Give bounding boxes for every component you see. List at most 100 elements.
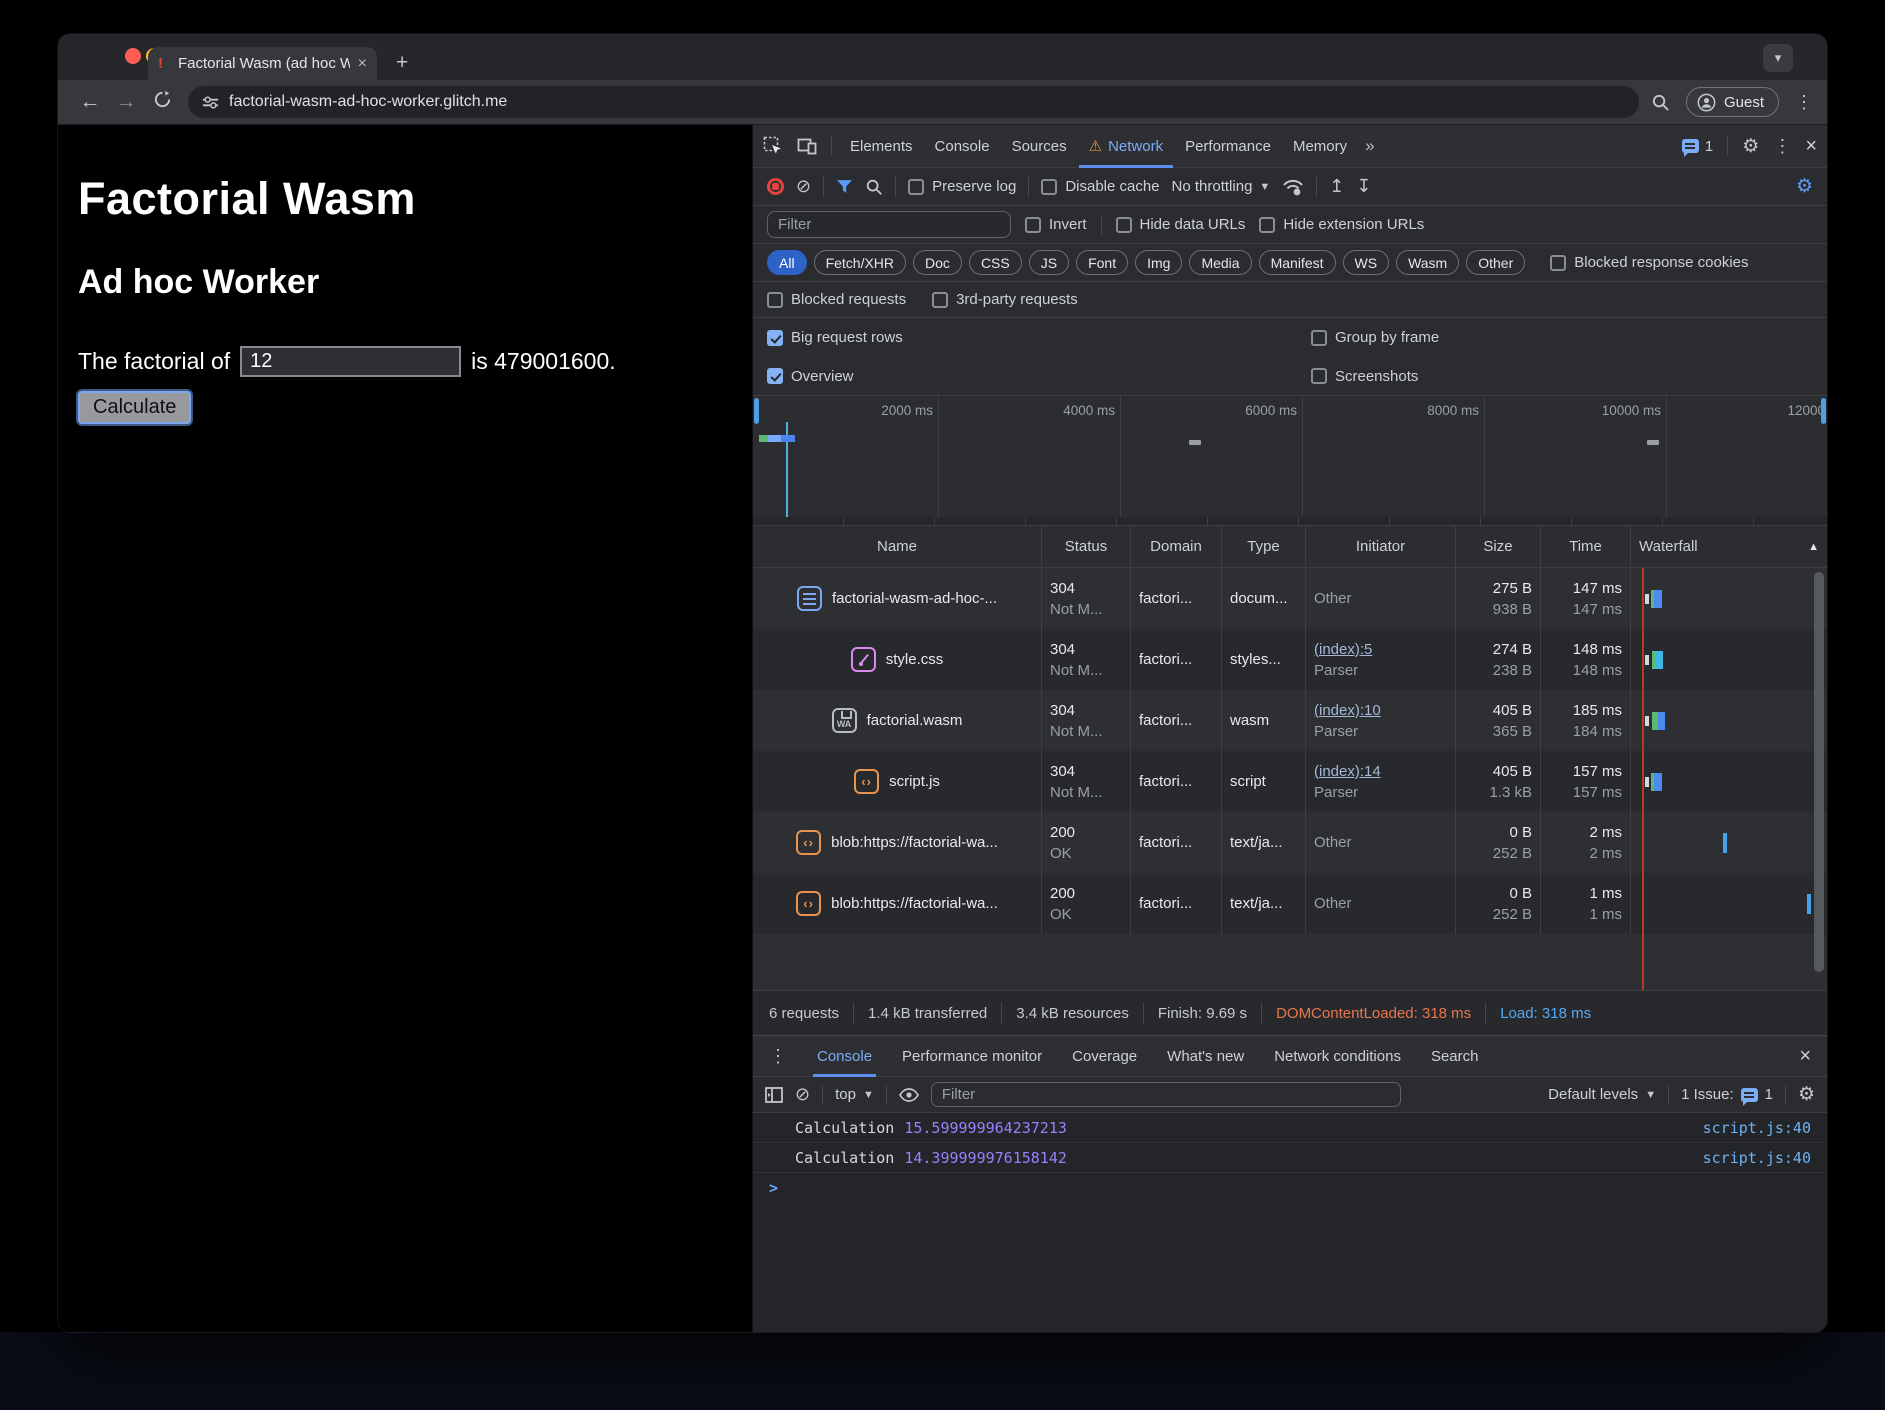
drawer-menu-icon[interactable]: ⋮ — [769, 1046, 787, 1067]
drawer-close-icon[interactable]: × — [1799, 1045, 1811, 1068]
filter-chip-doc[interactable]: Doc — [913, 250, 962, 275]
filter-chip-other[interactable]: Other — [1466, 250, 1525, 275]
column-header-time[interactable]: Time — [1541, 526, 1631, 567]
drawer-tab-coverage[interactable]: Coverage — [1072, 1035, 1137, 1077]
inspect-element-icon[interactable] — [763, 136, 783, 156]
request-row[interactable]: style.css 304Not M... factori... styles.… — [753, 629, 1827, 690]
column-header-type[interactable]: Type — [1222, 526, 1306, 567]
filter-funnel-icon[interactable] — [836, 179, 853, 195]
request-row[interactable]: factorial-wasm-ad-hoc-... 304Not M... fa… — [753, 568, 1827, 629]
network-search-icon[interactable] — [865, 178, 883, 196]
third-party-requests-checkbox[interactable]: 3rd-party requests — [932, 291, 1078, 308]
request-row[interactable]: ‹›blob:https://factorial-wa... 200OK fac… — [753, 812, 1827, 873]
network-conditions-icon[interactable] — [1282, 178, 1304, 196]
invert-checkbox[interactable]: Invert — [1025, 216, 1087, 233]
tab-close-icon[interactable]: × — [358, 55, 367, 73]
tab-performance[interactable]: Performance — [1181, 125, 1275, 168]
live-expression-eye-icon[interactable] — [899, 1088, 919, 1102]
drawer-tab-console[interactable]: Console — [817, 1035, 872, 1077]
preserve-log-checkbox[interactable]: Preserve log — [908, 178, 1016, 195]
filter-chip-media[interactable]: Media — [1189, 250, 1251, 275]
filter-chip-ws[interactable]: WS — [1343, 250, 1390, 275]
column-header-waterfall[interactable]: Waterfall ▲ — [1631, 526, 1827, 567]
import-har-icon[interactable]: ↥ — [1329, 176, 1344, 197]
device-toolbar-icon[interactable] — [797, 136, 817, 156]
issues-counter[interactable]: 1 — [1682, 138, 1713, 155]
tab-sources[interactable]: Sources — [1008, 125, 1071, 168]
console-prompt[interactable]: > — [753, 1173, 1827, 1203]
blocked-response-cookies-checkbox[interactable]: Blocked response cookies — [1550, 254, 1748, 271]
filter-chip-wasm[interactable]: Wasm — [1396, 250, 1459, 275]
tab-memory[interactable]: Memory — [1289, 125, 1351, 168]
log-levels-dropdown[interactable]: Default levels ▼ — [1548, 1086, 1656, 1103]
source-link[interactable]: script.js:40 — [1703, 1119, 1811, 1137]
forward-button[interactable]: → — [108, 90, 144, 114]
filter-chip-css[interactable]: CSS — [969, 250, 1022, 275]
drawer-tab-network-conditions[interactable]: Network conditions — [1274, 1035, 1401, 1077]
network-filter-input[interactable] — [767, 211, 1011, 238]
clear-network-log-icon[interactable]: ⊘ — [796, 176, 811, 197]
devtools-menu-icon[interactable]: ⋮ — [1773, 136, 1791, 157]
console-filter-input[interactable] — [931, 1082, 1401, 1107]
network-settings-icon[interactable]: ⚙ — [1796, 175, 1813, 198]
browser-menu-icon[interactable]: ⋮ — [1795, 92, 1813, 113]
export-har-icon[interactable]: ↧ — [1356, 176, 1371, 197]
calculate-button[interactable]: Calculate — [78, 391, 191, 424]
close-window-button[interactable] — [125, 48, 141, 64]
profile-button[interactable]: Guest — [1686, 87, 1779, 117]
blocked-requests-checkbox[interactable]: Blocked requests — [767, 291, 906, 308]
devtools-close-icon[interactable]: × — [1805, 135, 1817, 158]
tab-elements[interactable]: Elements — [846, 125, 917, 168]
screenshots-checkbox[interactable]: Screenshots — [1311, 368, 1418, 385]
context-selector[interactable]: top ▼ — [835, 1086, 874, 1103]
filter-chip-js[interactable]: JS — [1029, 250, 1069, 275]
filter-chip-manifest[interactable]: Manifest — [1259, 250, 1336, 275]
address-bar[interactable]: factorial-wasm-ad-hoc-worker.glitch.me — [188, 86, 1639, 118]
more-tabs-icon[interactable]: » — [1365, 136, 1374, 156]
filter-chip-img[interactable]: Img — [1135, 250, 1182, 275]
column-header-size[interactable]: Size — [1456, 526, 1541, 567]
request-row[interactable]: ‹›script.js 304Not M... factori... scrip… — [753, 751, 1827, 812]
console-issues-counter[interactable]: 1 Issue: 1 — [1681, 1086, 1773, 1103]
devtools-settings-icon[interactable]: ⚙ — [1742, 135, 1759, 158]
site-settings-icon[interactable] — [202, 94, 219, 111]
initiator-link[interactable]: (index):14 — [1314, 761, 1447, 782]
browser-tab[interactable]: ! Factorial Wasm (ad hoc Work × — [148, 47, 377, 80]
back-button[interactable]: ← — [72, 90, 108, 114]
hide-data-urls-checkbox[interactable]: Hide data URLs — [1116, 216, 1246, 233]
drawer-tab-performance-monitor[interactable]: Performance monitor — [902, 1035, 1042, 1077]
initiator-link[interactable]: (index):5 — [1314, 639, 1447, 660]
column-header-status[interactable]: Status — [1042, 526, 1131, 567]
request-row[interactable]: WAfactorial.wasm 304Not M... factori... … — [753, 690, 1827, 751]
record-network-log-button[interactable] — [767, 178, 784, 195]
network-overview-timeline[interactable]: 2000 ms 4000 ms 6000 ms 8000 ms 10000 ms… — [753, 396, 1827, 526]
reload-button[interactable] — [144, 90, 180, 115]
timeline-left-handle[interactable] — [754, 398, 759, 424]
drawer-tab-whats-new[interactable]: What's new — [1167, 1035, 1244, 1077]
column-header-initiator[interactable]: Initiator — [1306, 526, 1456, 567]
big-request-rows-checkbox[interactable]: Big request rows — [767, 329, 1311, 346]
factorial-input[interactable] — [240, 346, 461, 377]
source-link[interactable]: script.js:40 — [1703, 1149, 1811, 1167]
drawer-tab-search[interactable]: Search — [1431, 1035, 1479, 1077]
tab-network[interactable]: ⚠ Network — [1085, 125, 1167, 168]
hide-extension-urls-checkbox[interactable]: Hide extension URLs — [1259, 216, 1424, 233]
group-by-frame-checkbox[interactable]: Group by frame — [1311, 329, 1439, 346]
console-settings-icon[interactable]: ⚙ — [1798, 1083, 1815, 1106]
throttling-dropdown[interactable]: No throttling ▼ — [1172, 178, 1271, 195]
timeline-right-handle[interactable] — [1821, 398, 1826, 424]
column-header-domain[interactable]: Domain — [1131, 526, 1222, 567]
tab-console[interactable]: Console — [931, 125, 994, 168]
clear-console-icon[interactable]: ⊘ — [795, 1084, 810, 1105]
column-header-name[interactable]: Name — [753, 526, 1042, 567]
request-row[interactable]: ‹›blob:https://factorial-wa... 200OK fac… — [753, 873, 1827, 934]
new-tab-button[interactable]: + — [396, 54, 408, 72]
console-sidebar-icon[interactable] — [765, 1087, 783, 1103]
zoom-search-icon[interactable] — [1651, 93, 1670, 112]
tab-search-chevron-button[interactable]: ▾ — [1763, 44, 1793, 72]
filter-chip-fetch-xhr[interactable]: Fetch/XHR — [814, 250, 906, 275]
initiator-link[interactable]: (index):10 — [1314, 700, 1447, 721]
table-scrollbar[interactable] — [1814, 572, 1824, 972]
filter-chip-all[interactable]: All — [767, 250, 807, 275]
disable-cache-checkbox[interactable]: Disable cache — [1041, 178, 1159, 195]
